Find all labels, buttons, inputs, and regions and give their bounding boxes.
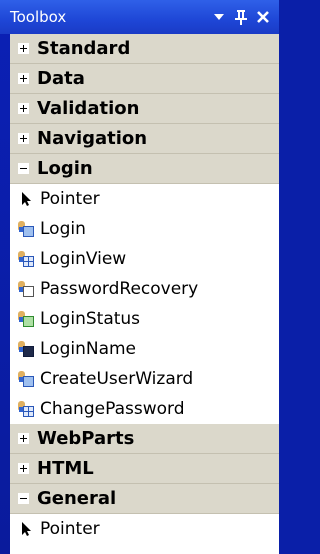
category-data[interactable]: Data xyxy=(10,64,279,94)
category-label: WebParts xyxy=(37,428,135,449)
category-html[interactable]: HTML xyxy=(10,454,279,484)
category-label: General xyxy=(37,488,117,509)
toolbox-item-pointer[interactable]: Pointer xyxy=(10,514,279,544)
category-navigation[interactable]: Navigation xyxy=(10,124,279,154)
toolbox-item-passwordrecovery[interactable]: PasswordRecovery xyxy=(10,274,279,304)
category-label: Login xyxy=(37,158,93,179)
createuserwizard-icon xyxy=(18,371,34,387)
pointer-icon xyxy=(18,521,34,537)
close-button[interactable] xyxy=(253,6,273,28)
pointer-icon xyxy=(18,191,34,207)
category-label: Data xyxy=(37,68,85,89)
toolbox-item-label: ChangePassword xyxy=(40,399,185,419)
toolbox-panel: Standard Data Validation Navigation Logi… xyxy=(10,34,279,554)
category-standard[interactable]: Standard xyxy=(10,34,279,64)
expand-plus-icon[interactable] xyxy=(18,103,29,114)
toolbox-item-label: PasswordRecovery xyxy=(40,279,199,299)
toolbox-item-login[interactable]: Login xyxy=(10,214,279,244)
expand-plus-icon[interactable] xyxy=(18,433,29,444)
category-label: Validation xyxy=(37,98,140,119)
collapse-minus-icon[interactable] xyxy=(18,493,29,504)
loginview-icon xyxy=(18,251,34,267)
category-general[interactable]: General xyxy=(10,484,279,514)
category-label: Standard xyxy=(37,38,131,59)
collapse-minus-icon[interactable] xyxy=(18,163,29,174)
expand-plus-icon[interactable] xyxy=(18,463,29,474)
passwordrecovery-icon xyxy=(18,281,34,297)
toolbox-titlebar: Toolbox xyxy=(0,0,279,34)
category-label: HTML xyxy=(37,458,94,479)
category-webparts[interactable]: WebParts xyxy=(10,424,279,454)
toolbox-item-label: LoginView xyxy=(40,249,127,269)
toolbox-item-loginview[interactable]: LoginView xyxy=(10,244,279,274)
toolbox-item-label: LoginName xyxy=(40,339,137,359)
expand-plus-icon[interactable] xyxy=(18,43,29,54)
toolbox-item-changepassword[interactable]: ChangePassword xyxy=(10,394,279,424)
expand-plus-icon[interactable] xyxy=(18,133,29,144)
chevron-down-icon xyxy=(214,14,224,20)
loginstatus-icon xyxy=(18,311,34,327)
expand-plus-icon[interactable] xyxy=(18,73,29,84)
category-login[interactable]: Login xyxy=(10,154,279,184)
toolbox-item-loginname[interactable]: LoginName xyxy=(10,334,279,364)
category-validation[interactable]: Validation xyxy=(10,94,279,124)
toolbox-item-createuserwizard[interactable]: CreateUserWizard xyxy=(10,364,279,394)
auto-hide-pin-button[interactable] xyxy=(231,6,251,28)
toolbox-item-label: Pointer xyxy=(40,519,100,539)
toolbox-item-label: CreateUserWizard xyxy=(40,369,194,389)
toolbox-item-pointer[interactable]: Pointer xyxy=(10,184,279,214)
loginname-icon xyxy=(18,341,34,357)
pin-icon xyxy=(235,10,247,25)
category-label: Navigation xyxy=(37,128,148,149)
toolbox-window: Toolbox Standard Data Validation Navigat… xyxy=(0,0,279,554)
close-icon xyxy=(257,11,269,23)
toolbox-item-loginstatus[interactable]: LoginStatus xyxy=(10,304,279,334)
login-icon xyxy=(18,221,34,237)
window-position-dropdown-button[interactable] xyxy=(209,6,229,28)
toolbox-title: Toolbox xyxy=(10,8,67,26)
toolbox-item-label: LoginStatus xyxy=(40,309,141,329)
toolbox-item-label: Pointer xyxy=(40,189,100,209)
changepassword-icon xyxy=(18,401,34,417)
toolbox-item-label: Login xyxy=(40,219,86,239)
